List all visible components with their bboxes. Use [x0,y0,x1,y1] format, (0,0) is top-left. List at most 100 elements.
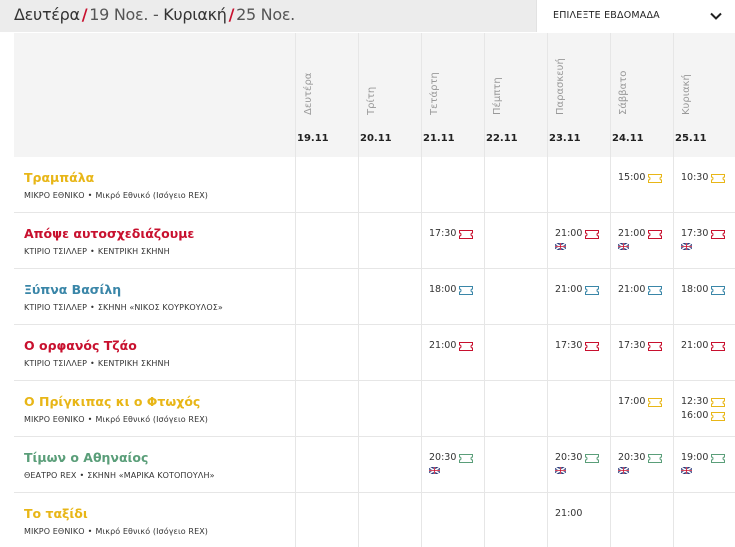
ticket-icon[interactable] [711,174,725,183]
showtime: 17:30 [429,228,457,239]
column-divider [610,437,611,492]
day-column-header: Σάββατο 24.11 [610,33,673,157]
ticket-icon[interactable] [648,398,662,407]
column-divider [610,325,611,380]
show-venue: ΘΕΑΤΡΟ REX • ΣΚΗΝΗ «ΜΑΡΙΚΑ ΚΟΤΟΠΟΥΛΗ» [24,471,215,480]
show-title-link[interactable]: Τίμων ο Αθηναίος [24,450,148,465]
showtime: 20:30 [429,452,457,463]
venue-separator: • [87,527,93,536]
column-divider [421,269,422,324]
showtime: 18:00 [681,284,709,295]
column-divider [358,493,359,547]
show-venue: ΜΙΚΡΟ ΕΘΝΙΚΟ • Μικρό Εθνικό (Ισόγειο REX) [24,527,208,536]
day-date: 25.11 [675,133,707,144]
showtime: 21:00 [618,228,646,239]
venue-stage: ΚΕΝΤΡΙΚΗ ΣΚΗΝΗ [97,247,170,256]
column-divider [295,437,296,492]
column-divider [358,269,359,324]
ticket-icon[interactable] [585,454,599,463]
venue-stage: ΚΕΝΤΡΙΚΗ ΣΚΗΝΗ [97,359,170,368]
column-divider [358,437,359,492]
column-divider [673,325,674,380]
ticket-icon[interactable] [711,230,725,239]
showtime: 21:00 [618,284,646,295]
ticket-icon[interactable] [459,286,473,295]
ticket-icon[interactable] [459,342,473,351]
week-header-bar: Δευτέρα/19 Νοε. - Κυριακή/25 Νοε. ΕΠΙΛΕΞ… [0,0,735,32]
venue-building: ΜΙΚΡΟ ΕΘΝΙΚΟ [24,415,85,424]
ticket-icon[interactable] [648,454,662,463]
week-select-dropdown[interactable]: ΕΠΙΛΕΞΤΕ ΕΒΔΟΜΑΔΑ [536,0,735,32]
day-name: Τρίτη [366,86,377,115]
column-divider [484,157,485,212]
column-divider [673,437,674,492]
ticket-icon[interactable] [711,398,725,407]
column-divider [484,437,485,492]
ticket-icon[interactable] [585,230,599,239]
column-divider [547,325,548,380]
ticket-icon[interactable] [585,286,599,295]
venue-building: ΚΤΙΡΙΟ ΤΣΙΛΛΕΡ [24,303,88,312]
day-name: Κυριακή [681,74,692,115]
ticket-icon[interactable] [459,454,473,463]
venue-building: ΚΤΙΡΙΟ ΤΣΙΛΛΕΡ [24,359,88,368]
day-date: 21.11 [423,133,455,144]
column-divider [421,157,422,212]
table-row: Ο Πρίγκιπας κι ο Φτωχός ΜΙΚΡΟ ΕΘΝΙΚΟ • Μικρ… [14,381,735,437]
english-subtitles-flag-icon [681,467,692,474]
schedule-table: Δευτέρα 19.11 Τρίτη 20.11 Τετάρτη 21.11 Πέμπτη… [14,33,735,547]
column-divider [610,381,611,436]
showtime: 17:30 [555,340,583,351]
column-divider [673,157,674,212]
column-divider [484,325,485,380]
ticket-icon[interactable] [459,230,473,239]
day-date: 20.11 [360,133,392,144]
ticket-icon[interactable] [648,286,662,295]
venue-separator: • [90,303,95,312]
column-divider [295,493,296,547]
column-divider [673,381,674,436]
column-divider [484,213,485,268]
venue-separator: • [87,415,93,424]
table-row: Τίμων ο Αθηναίος ΘΕΑΤΡΟ REX • ΣΚΗΝΗ «ΜΑΡΙΚΑ… [14,437,735,493]
showtime: 21:00 [555,284,583,295]
ticket-icon[interactable] [648,230,662,239]
ticket-icon[interactable] [711,342,725,351]
day-name: Πέμπτη [492,77,503,115]
table-row: Ο ορφανός Τζάο ΚΤΙΡΙΟ ΤΣΙΛΛΕΡ • ΚΕΝΤΡΙΚΗ ΣΚ… [14,325,735,381]
schedule-rows: Τραμπάλα ΜΙΚΡΟ ΕΘΝΙΚΟ • Μικρό Εθνικό (Ισόγε… [14,157,735,547]
show-title-link[interactable]: Ο ορφανός Τζάο [24,338,137,353]
ticket-icon[interactable] [648,342,662,351]
show-venue: ΚΤΙΡΙΟ ΤΣΙΛΛΕΡ • ΚΕΝΤΡΙΚΗ ΣΚΗΝΗ [24,247,170,256]
english-subtitles-flag-icon [429,467,440,474]
show-title-link[interactable]: Απόψε αυτοσχεδιάζουμε [24,226,194,241]
column-divider [547,381,548,436]
column-divider [547,437,548,492]
ticket-icon[interactable] [711,412,725,421]
day-column-header: Δευτέρα 19.11 [295,33,358,157]
venue-separator: • [90,359,95,368]
show-title-link[interactable]: Ξύπνα Βασίλη [24,282,121,297]
column-divider [421,325,422,380]
column-divider [547,213,548,268]
english-subtitles-flag-icon [555,467,566,474]
column-divider [421,493,422,547]
showtime: 21:00 [555,228,583,239]
show-venue: ΚΤΙΡΙΟ ΤΣΙΛΛΕΡ • ΣΚΗΝΗ «ΝΙΚΟΣ ΚΟΥΡΚΟΥΛΟΣ» [24,303,223,312]
column-divider [610,493,611,547]
column-divider [484,493,485,547]
end-date: 25 Νοε. [236,5,295,24]
start-date: 19 Νοε. [89,5,149,24]
ticket-icon[interactable] [711,454,725,463]
column-divider [484,269,485,324]
showtime: 18:00 [429,284,457,295]
ticket-icon[interactable] [711,286,725,295]
show-title-link[interactable]: Τραμπάλα [24,170,94,185]
show-title-link[interactable]: Ο Πρίγκιπας κι ο Φτωχός [24,394,200,409]
day-name: Δευτέρα [303,72,314,115]
ticket-icon[interactable] [648,174,662,183]
ticket-icon[interactable] [585,342,599,351]
day-column-header: Πέμπτη 22.11 [484,33,547,157]
show-title-link[interactable]: Το ταξίδι [24,506,88,521]
english-subtitles-flag-icon [618,243,629,250]
